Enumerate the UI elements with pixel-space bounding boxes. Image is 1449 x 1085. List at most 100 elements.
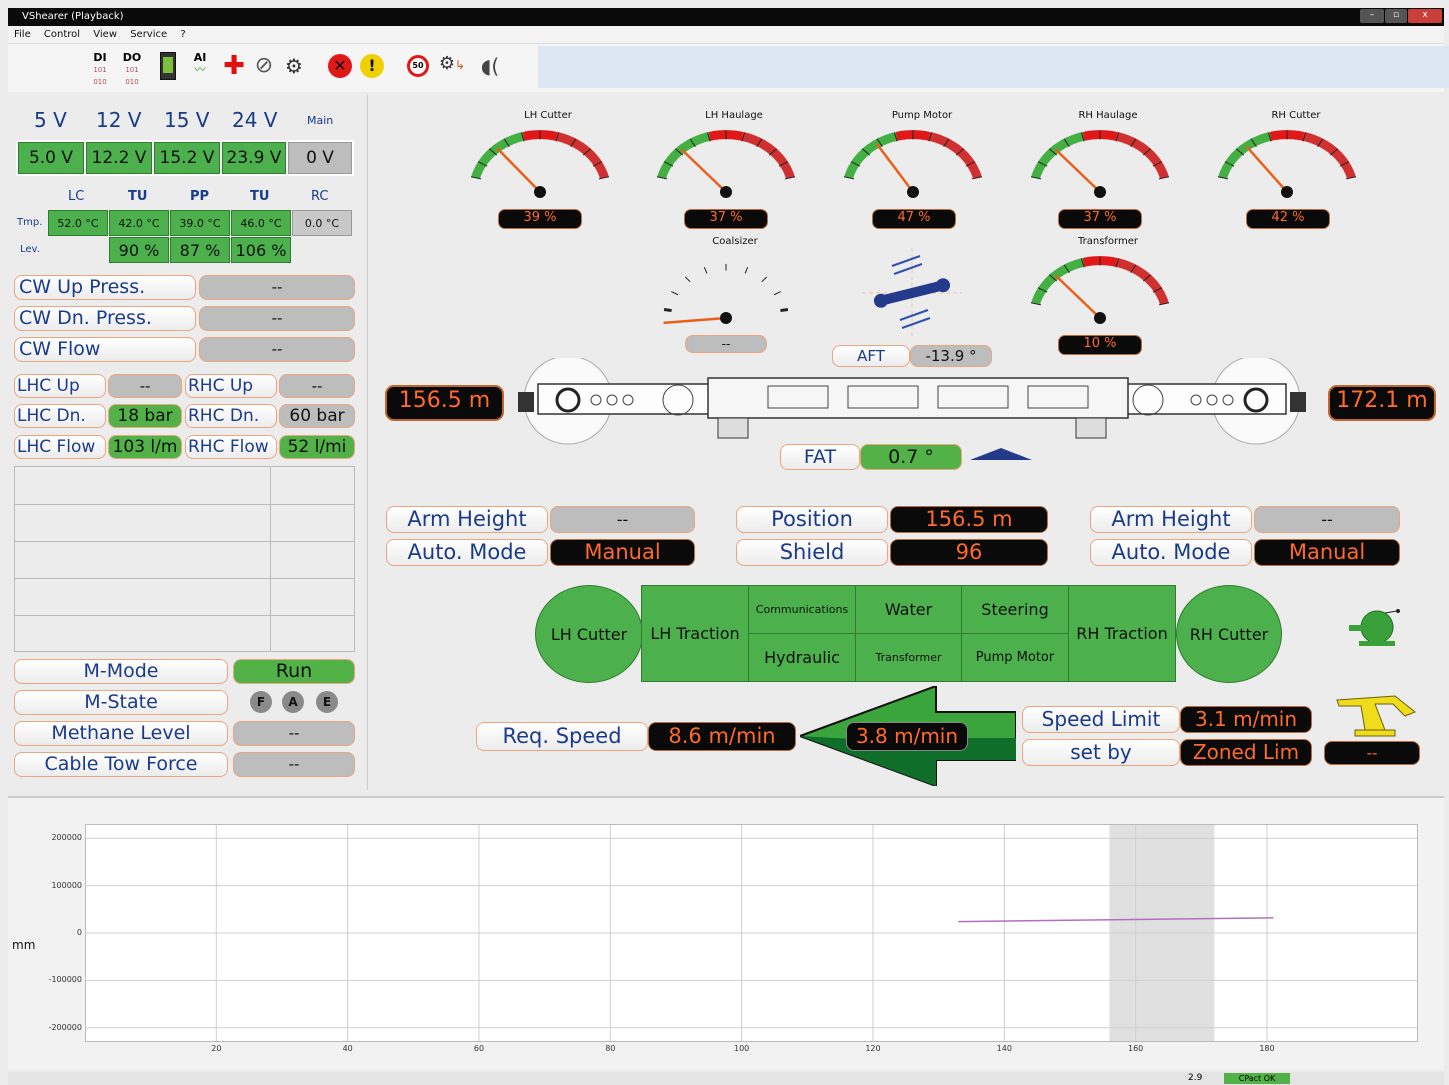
lhc-dn-value: 18 bar [108,404,182,428]
shield-label: Shield [736,539,888,566]
lhc-flow-value: 103 l/m [108,435,182,459]
chart-ytick: 0 [76,928,82,937]
gauge-0 [470,130,610,198]
m-mode-value: Run [233,659,355,684]
position-value: 156.5 m [890,506,1048,533]
lh-cutter-status: LH Cutter [535,585,643,683]
set-by-label: set by [1022,739,1180,766]
maximize-button[interactable]: ▫ [1385,9,1407,23]
empty-grid [14,466,355,652]
no-entry-icon[interactable]: ⊘ [250,52,278,82]
communications-status: Communications [748,585,856,634]
tmp-lc: 52.0 °C [48,210,108,236]
gauge-value-rh-cutter: 42 % [1246,209,1330,229]
m-state-label: M-State [14,690,228,715]
speed-limit-value: 3.1 m/min [1180,706,1312,733]
battery-icon[interactable] [154,52,182,82]
close-button[interactable]: x [1408,9,1442,23]
rhc-flow-label: RHC Flow [185,435,277,459]
first-aid-icon[interactable]: ✚ [220,52,248,82]
arm-height-right-label: Arm Height [1090,506,1252,533]
window-title: VShearer (Playback) [8,8,1444,26]
gauge-3 [1030,130,1170,198]
rhc-dn-label: RHC Dn. [185,404,277,428]
cable-tow-force-value: -- [233,752,355,777]
arm-height-right-value: -- [1254,506,1400,533]
voltage-value-5v: 5.0 V [18,142,84,174]
methane-level-label: Methane Level [14,721,228,746]
chart-ylabel: mm [12,938,36,952]
chart-xtick: 160 [1127,1044,1144,1053]
warning-icon[interactable]: ! [358,52,386,82]
rh-traction-status: RH Traction [1068,585,1176,682]
cw-dn-press-value: -- [199,306,355,331]
cw-flow-label: CW Flow [14,337,196,362]
m-state-e: E [316,691,338,713]
voltage-header-12v: 12 V [96,108,142,132]
chart-xtick: 180 [1259,1044,1275,1053]
gauge-label-pump-motor: Pump Motor [891,110,953,121]
cw-flow-value: -- [199,337,355,362]
ai-button[interactable]: AI 〰 [186,52,214,82]
cw-up-press-value: -- [199,275,355,300]
lev-row-label: Lev. [20,244,40,255]
cable-tow-force-label: Cable Tow Force [14,752,228,777]
voltage-value-main: 0 V [288,142,352,174]
gears-icon[interactable]: ⚙ [280,52,308,82]
rhc-flow-value: 52 l/mi [279,435,355,459]
lhc-flow-label: LHC Flow [14,435,106,459]
chart-xtick: 40 [342,1044,353,1053]
lhc-up-label: LHC Up [14,374,106,398]
gauge-value-lh-cutter: 39 % [498,209,582,229]
temp-header-pp: PP [190,189,210,204]
shield-value: 96 [890,539,1048,566]
chart-xtick: 140 [996,1044,1012,1053]
do-button[interactable]: DO 101 010 [118,52,146,87]
tmp-pp: 39.0 °C [170,210,230,236]
settings-arrow-icon[interactable]: ⚙↳ [438,52,466,82]
di-button[interactable]: DI 101 010 [86,52,114,87]
gauge-value-lh-haulage: 37 % [684,209,768,229]
rhc-up-value: -- [279,374,355,398]
menu-control[interactable]: Control [44,26,80,44]
menu-service[interactable]: Service [130,26,167,44]
rhc-dn-value: 60 bar [279,404,355,428]
minimize-button[interactable]: – [1360,9,1384,23]
gauge-label-transformer: Transformer [1077,236,1138,247]
chart-ytick: -200000 [48,1022,82,1032]
req-speed-value: 8.6 m/min [648,722,796,751]
left-position-display: 156.5 m [385,385,504,421]
lev-pp: 87 % [170,237,230,263]
menu-bar: File Control View Service ? [8,26,1444,44]
coalsizer-gauge [663,263,789,325]
tmp-row-label: Tmp. [17,217,43,228]
voltage-header-main: Main [307,114,334,127]
voltage-header-5v: 5 V [34,108,67,132]
speed-limit-label: Speed Limit [1022,706,1180,733]
antenna-icon[interactable]: ◖( [476,52,504,82]
direction-triangle-icon [970,445,1032,460]
auto-mode-left-label: Auto. Mode [386,539,548,566]
arm-height-left-label: Arm Height [386,506,548,533]
cw-up-press-label: CW Up Press. [14,275,196,300]
lhc-up-value: -- [108,374,182,398]
water-status: Water [855,585,962,634]
tmp-tu1: 42.0 °C [109,210,169,236]
temp-header-tu1: TU [128,189,148,204]
lev-tu2: 106 % [231,237,291,263]
statusbar-value: 2.9 [1188,1073,1203,1083]
error-icon[interactable]: ✕ [326,52,354,82]
temp-header-tu2: TU [250,189,270,204]
tilt-indicator-icon [862,248,962,338]
menu-view[interactable]: View [93,26,117,44]
menu-help[interactable]: ? [180,26,185,44]
menu-file[interactable]: File [14,26,31,44]
rhc-up-label: RHC Up [185,374,277,398]
speed-limit-icon[interactable]: 50 [404,52,432,82]
auto-mode-right-value: Manual [1254,539,1400,566]
hydraulic-status: Hydraulic [748,633,856,682]
methane-level-value: -- [233,721,355,746]
temp-header-rc: RC [311,189,329,204]
chart-xtick: 60 [473,1044,485,1053]
lhc-dn-label: LHC Dn. [14,404,106,428]
